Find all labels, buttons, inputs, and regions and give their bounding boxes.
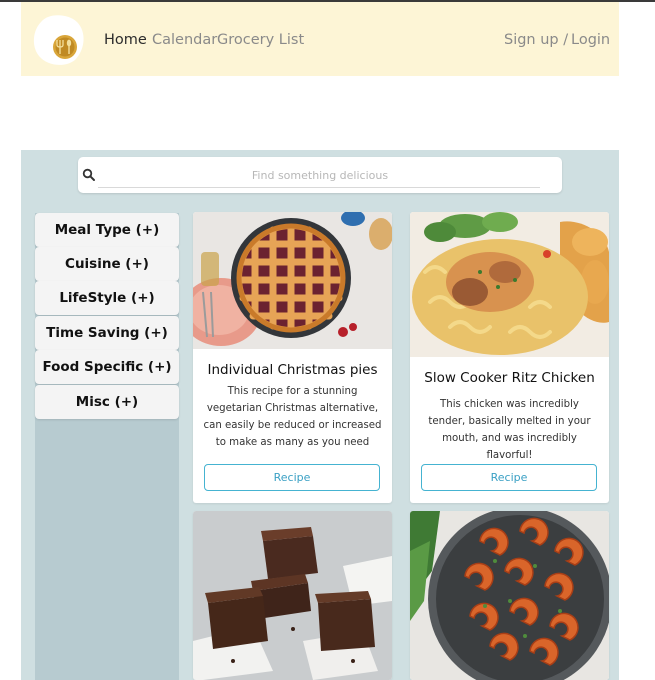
search-underline [98,187,540,188]
chicken-pasta-photo [410,212,609,357]
lattice-pie-photo [193,212,392,349]
recipe-description: This chicken was incredibly tender, basi… [428,399,591,461]
nav-calendar-link[interactable]: Calendar [152,32,217,48]
nav-home-link[interactable]: Home [104,32,147,48]
recipe-card [410,511,609,680]
recipe-button[interactable]: Recipe [421,464,597,491]
search-bar [78,157,562,193]
filter-time-saving[interactable]: Time Saving (+) [35,316,179,350]
recipe-card [193,511,392,680]
brownies-photo [193,511,392,680]
navbar: Home Calendar Grocery List Sign up / Log… [21,2,619,76]
recipe-card: Individual Christmas pies This recipe fo… [193,212,392,503]
recipe-button[interactable]: Recipe [204,464,380,491]
filter-misc[interactable]: Misc (+) [35,385,179,419]
filter-cuisine[interactable]: Cuisine (+) [35,247,179,281]
search-input[interactable] [98,161,542,189]
fried-egg-logo-icon [33,15,84,65]
nav-login-link[interactable]: Login [571,32,610,48]
logo[interactable] [29,10,87,68]
nav-signup-link[interactable]: Sign up / [504,32,568,48]
recipe-description: This recipe for a stunning vegetarian Ch… [203,386,382,448]
filter-meal-type[interactable]: Meal Type (+) [35,213,179,247]
recipe-title: Individual Christmas pies [207,362,378,378]
filter-sidebar: Meal Type (+) Cuisine (+) LifeStyle (+) … [35,213,179,680]
shrimp-pan-photo [410,511,609,680]
search-icon[interactable] [82,168,96,182]
recipe-card: Slow Cooker Ritz Chicken This chicken wa… [410,212,609,503]
recipes-panel: Meal Type (+) Cuisine (+) LifeStyle (+) … [21,150,619,680]
filter-lifestyle[interactable]: LifeStyle (+) [35,281,179,315]
filter-food-specific[interactable]: Food Specific (+) [35,350,179,384]
recipe-title: Slow Cooker Ritz Chicken [424,370,595,386]
nav-grocery-list-link[interactable]: Grocery List [217,32,304,48]
